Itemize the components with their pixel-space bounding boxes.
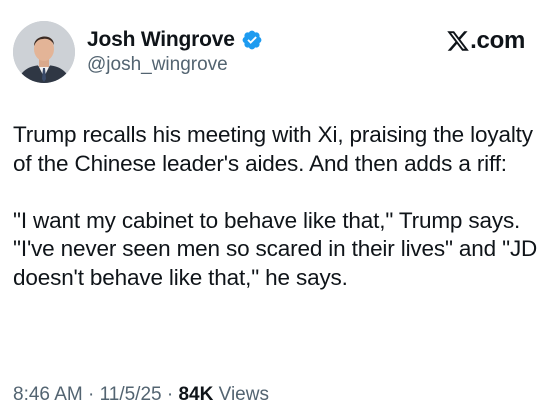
tweet-date[interactable]: 11/5/25 bbox=[100, 384, 162, 405]
views-label: Views bbox=[218, 384, 269, 405]
tweet-paragraph-1: Trump recalls his meeting with Xi, prais… bbox=[13, 122, 533, 176]
meta-separator: · bbox=[88, 384, 95, 405]
brand-domain-text: .com bbox=[470, 27, 525, 54]
x-brand-logo: .com bbox=[446, 27, 525, 55]
tweet-card: Josh Wingrove @josh_wingrove .com Trump … bbox=[0, 0, 552, 420]
author-handle[interactable]: @josh_wingrove bbox=[87, 54, 228, 76]
meta-separator: · bbox=[166, 384, 174, 405]
verified-badge-icon bbox=[242, 30, 262, 50]
author-name-row: Josh Wingrove bbox=[87, 27, 263, 53]
tweet-paragraph-2: "I want my cabinet to behave like that,"… bbox=[13, 207, 538, 290]
avatar[interactable] bbox=[13, 21, 75, 83]
tweet-text: Trump recalls his meeting with Xi, prais… bbox=[13, 121, 543, 292]
views-count[interactable]: 84K bbox=[178, 384, 213, 405]
author-display-name[interactable]: Josh Wingrove bbox=[87, 28, 235, 52]
tweet-time[interactable]: 8:46 AM bbox=[13, 384, 83, 405]
x-logo-icon bbox=[447, 31, 469, 51]
tweet-meta: 8:46 AM · 11/5/25 · 84K Views bbox=[13, 384, 269, 406]
avatar-photo bbox=[13, 21, 75, 83]
